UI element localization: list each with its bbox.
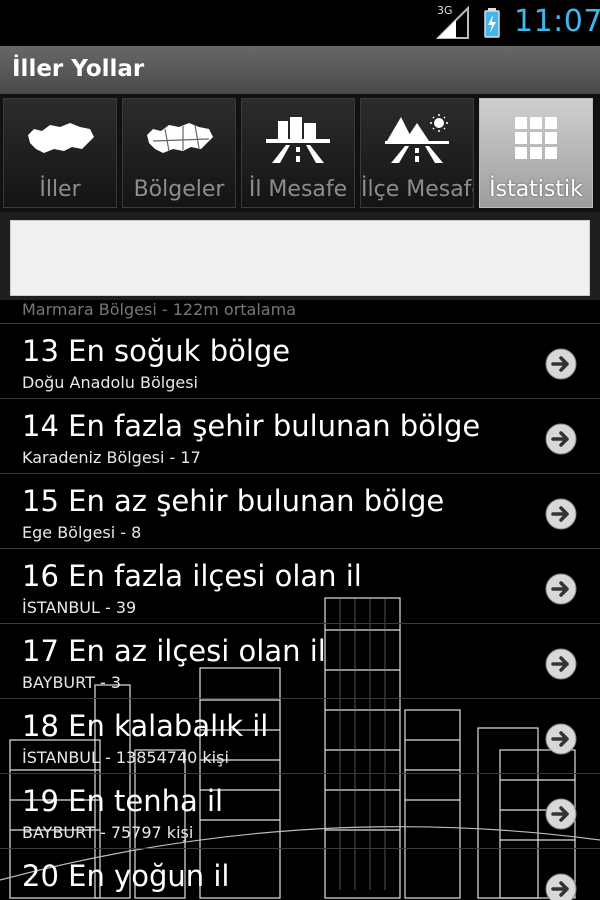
tab-label: İlçe Mesafe (361, 177, 474, 202)
list-item[interactable]: 16 En fazla ilçesi olan il İSTANBUL - 39 (0, 549, 600, 624)
arrow-right-icon[interactable] (545, 873, 577, 900)
arrow-right-icon[interactable] (545, 648, 577, 680)
list-item[interactable]: 14 En fazla şehir bulunan bölge Karadeni… (0, 399, 600, 474)
tab-label: İller (39, 177, 81, 202)
list-item-subtitle: BAYBURT - 3 (22, 673, 121, 692)
arrow-right-icon[interactable] (545, 798, 577, 830)
list-item[interactable]: 17 En az ilçesi olan il BAYBURT - 3 (0, 624, 600, 699)
tab-bolgeler[interactable]: Bölgeler (122, 98, 236, 208)
search-area (0, 212, 600, 300)
list-item-title: 16 En fazla ilçesi olan il (22, 559, 362, 593)
grid-icon (515, 117, 557, 159)
arrow-right-icon[interactable] (545, 348, 577, 380)
tab-iller[interactable]: İller (3, 98, 117, 208)
list-item-subtitle: Karadeniz Bölgesi - 17 (22, 448, 201, 467)
list-item-subtitle: Marmara Bölgesi - 122m ortalama (22, 300, 296, 319)
search-input[interactable] (10, 220, 590, 296)
regions-map-icon (147, 123, 213, 153)
list-item-title: 13 En soğuk bölge (22, 334, 291, 368)
turkey-map-icon (28, 123, 94, 153)
tab-label: İstatistik (489, 177, 583, 202)
list-item-subtitle: İSTANBUL - 39 (22, 598, 137, 617)
status-bar: 3G 11:07 (0, 0, 600, 46)
list-item-subtitle: BAYBURT - 75797 kişi (22, 823, 194, 842)
tab-ilce-mesafe[interactable]: İlçe Mesafe (360, 98, 474, 208)
list-item[interactable]: 18 En kalabalık il İSTANBUL - 13854740 k… (0, 699, 600, 774)
list-item-subtitle: Ege Bölgesi - 8 (22, 523, 142, 542)
list-item-title: 14 En fazla şehir bulunan bölge (22, 409, 481, 443)
signal-icon (436, 6, 469, 39)
tab-bar: İller Bölgeler İl Mesafe İlçe Mesafe İst… (0, 94, 600, 212)
list-item-partial[interactable]: Marmara Bölgesi - 122m ortalama (0, 300, 600, 324)
arrow-right-icon[interactable] (545, 723, 577, 755)
arrow-right-icon[interactable] (545, 423, 577, 455)
tab-il-mesafe[interactable]: İl Mesafe (241, 98, 355, 208)
list-item[interactable]: 15 En az şehir bulunan bölge Ege Bölgesi… (0, 474, 600, 549)
app-title: İller Yollar (12, 56, 145, 82)
city-road-icon (266, 117, 330, 163)
list-item-title: 15 En az şehir bulunan bölge (22, 484, 445, 518)
tab-label: İl Mesafe (248, 177, 348, 202)
list-item-title: 20 En yoğun il (22, 859, 230, 893)
list-item[interactable]: 13 En soğuk bölge Doğu Anadolu Bölgesi (0, 324, 600, 399)
list-item-subtitle: İSTANBUL - 13854740 kişi (22, 748, 229, 767)
tab-label: Bölgeler (133, 177, 225, 202)
list-item[interactable]: 19 En tenha il BAYBURT - 75797 kişi (0, 774, 600, 849)
arrow-right-icon[interactable] (545, 498, 577, 530)
list-item-title: 17 En az ilçesi olan il (22, 634, 326, 668)
battery-icon (484, 8, 500, 38)
list-item-subtitle: Doğu Anadolu Bölgesi (22, 373, 198, 392)
clock: 11:07 (514, 4, 600, 39)
title-bar: İller Yollar (0, 46, 600, 95)
list-item-title: 18 En kalabalık il (22, 709, 269, 743)
list-item-title: 19 En tenha il (22, 784, 224, 818)
mountain-road-icon (385, 114, 449, 163)
statistics-list: Marmara Bölgesi - 122m ortalama 13 En so… (0, 300, 600, 900)
arrow-right-icon[interactable] (545, 573, 577, 605)
tab-istatistik[interactable]: İstatistik (479, 98, 593, 208)
list-item[interactable]: 20 En yoğun il (0, 849, 600, 900)
